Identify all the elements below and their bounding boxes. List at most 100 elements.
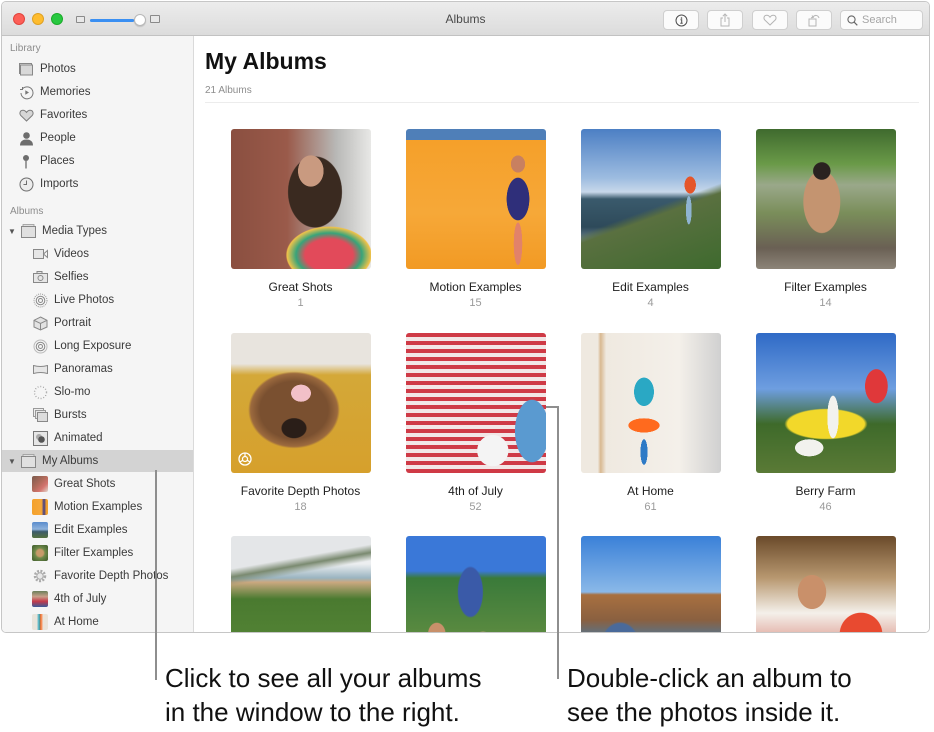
selfie-camera-icon — [32, 269, 48, 285]
header-divider — [205, 102, 919, 103]
album-tile[interactable] — [563, 536, 738, 632]
sidebar-item-label: Filter Examples — [54, 547, 134, 559]
library-header: Library — [10, 43, 41, 54]
album-tile[interactable] — [738, 536, 913, 632]
caption-line: see the photos inside it. — [567, 697, 841, 727]
folder-icon — [20, 223, 36, 239]
sidebar-item-long-exposure[interactable]: Long Exposure — [2, 335, 193, 357]
album-tile[interactable]: 4th of July 52 — [388, 333, 563, 513]
album-thumbnail — [32, 545, 48, 561]
album-photo-count: 15 — [469, 297, 482, 309]
clock-icon — [18, 176, 34, 192]
album-tile[interactable]: Berry Farm 46 — [738, 333, 913, 513]
album-tile[interactable] — [213, 536, 388, 632]
sidebar-item-label: Favorite Depth Photos — [54, 570, 169, 582]
sidebar-item-portrait[interactable]: Portrait — [2, 312, 193, 334]
sidebar-item-4th-of-july[interactable]: 4th of July — [2, 588, 193, 610]
sidebar-item-people[interactable]: People — [2, 127, 193, 149]
sidebar-item-places[interactable]: Places — [2, 150, 193, 172]
rotate-button[interactable] — [796, 10, 832, 30]
sidebar-item-at-home[interactable]: At Home — [2, 611, 193, 632]
album-name: Motion Examples — [429, 280, 522, 294]
album-tile[interactable]: At Home 61 — [563, 333, 738, 513]
album-cover[interactable] — [755, 129, 896, 269]
sidebar-item-photos[interactable]: Photos — [2, 58, 193, 80]
sidebar-item-animated[interactable]: Animated — [2, 427, 193, 449]
search-field[interactable] — [840, 10, 923, 30]
album-name: Filter Examples — [784, 280, 867, 294]
photos-window: Albums Library Photos Memories — [1, 1, 930, 633]
sidebar-item-label: At Home — [54, 616, 99, 628]
album-cover[interactable] — [230, 536, 371, 632]
search-input[interactable] — [862, 14, 922, 26]
sidebar-item-bursts[interactable]: Bursts — [2, 404, 193, 426]
album-tile[interactable]: Great Shots 1 — [213, 129, 388, 309]
sidebar-item-videos[interactable]: Videos — [2, 243, 193, 265]
sidebar-item-selfies[interactable]: Selfies — [2, 266, 193, 288]
sidebar-item-label: My Albums — [42, 455, 99, 467]
album-tile[interactable]: Favorite Depth Photos 18 — [213, 333, 388, 513]
sidebar-item-great-shots[interactable]: Great Shots — [2, 473, 193, 495]
album-cover[interactable] — [405, 129, 546, 269]
slomo-icon — [32, 384, 48, 400]
callout-line-left — [155, 470, 157, 680]
sidebar-item-my-albums[interactable]: ▼ My Albums — [2, 450, 193, 472]
sidebar-item-label: People — [40, 132, 76, 144]
disclosure-triangle-icon[interactable]: ▼ — [8, 227, 18, 236]
albums-header: Albums — [10, 206, 44, 217]
title-bar: Albums — [2, 2, 929, 36]
sidebar-item-imports[interactable]: Imports — [2, 173, 193, 195]
photos-icon — [18, 61, 34, 77]
album-name: Favorite Depth Photos — [240, 484, 361, 498]
heart-icon — [18, 107, 34, 123]
album-cover[interactable] — [405, 536, 546, 632]
share-button[interactable] — [707, 10, 743, 30]
sidebar-item-live-photos[interactable]: Live Photos — [2, 289, 193, 311]
album-cover[interactable] — [580, 333, 721, 473]
album-cover[interactable] — [755, 333, 896, 473]
album-cover[interactable] — [230, 129, 371, 269]
sidebar-item-label: Long Exposure — [54, 340, 132, 352]
pin-icon — [18, 153, 34, 169]
sidebar-item-filter-examples[interactable]: Filter Examples — [2, 542, 193, 564]
memories-icon — [18, 84, 34, 100]
animated-icon — [32, 430, 48, 446]
album-tile[interactable] — [388, 536, 563, 632]
sidebar-item-panoramas[interactable]: Panoramas — [2, 358, 193, 380]
caption-line: Double-click an album to — [567, 663, 852, 693]
album-cover[interactable] — [580, 536, 721, 632]
album-photo-count: 14 — [819, 297, 832, 309]
callout-line-right — [557, 407, 559, 679]
disclosure-triangle-icon[interactable]: ▼ — [8, 457, 18, 466]
sidebar-item-slo-mo[interactable]: Slo-mo — [2, 381, 193, 403]
album-cover[interactable] — [230, 333, 371, 473]
sidebar-item-label: Live Photos — [54, 294, 115, 306]
sidebar-item-motion-examples[interactable]: Motion Examples — [2, 496, 193, 518]
sidebar-item-label: Places — [40, 155, 75, 167]
sidebar-item-favorite-depth-photos[interactable]: Favorite Depth Photos — [2, 565, 193, 587]
sidebar-item-media-types[interactable]: ▼ Media Types — [2, 220, 193, 242]
sidebar-item-memories[interactable]: Memories — [2, 81, 193, 103]
album-cover[interactable] — [755, 536, 896, 632]
album-tile[interactable]: Filter Examples 14 — [738, 129, 913, 309]
info-button[interactable] — [663, 10, 699, 30]
album-tile[interactable]: Edit Examples 4 — [563, 129, 738, 309]
album-cover[interactable] — [405, 333, 546, 473]
album-name: Edit Examples — [612, 280, 689, 294]
sidebar-item-edit-examples[interactable]: Edit Examples — [2, 519, 193, 541]
sidebar-item-favorites[interactable]: Favorites — [2, 104, 193, 126]
callout-caption-left: Click to see all your albums in the wind… — [165, 661, 481, 729]
album-photo-count: 4 — [647, 297, 654, 309]
depth-gear-icon — [32, 568, 48, 584]
album-thumbnail — [32, 476, 48, 492]
sidebar: Library Photos Memories Favorites People… — [2, 36, 194, 632]
person-icon — [18, 130, 34, 146]
favorite-button[interactable] — [752, 10, 788, 30]
callout-tick-right — [546, 406, 559, 408]
album-cover[interactable] — [580, 129, 721, 269]
cube-icon — [32, 315, 48, 331]
album-photo-count: 61 — [644, 501, 657, 513]
sidebar-item-label: Bursts — [54, 409, 87, 421]
album-tile[interactable]: Motion Examples 15 — [388, 129, 563, 309]
share-icon — [720, 13, 730, 27]
